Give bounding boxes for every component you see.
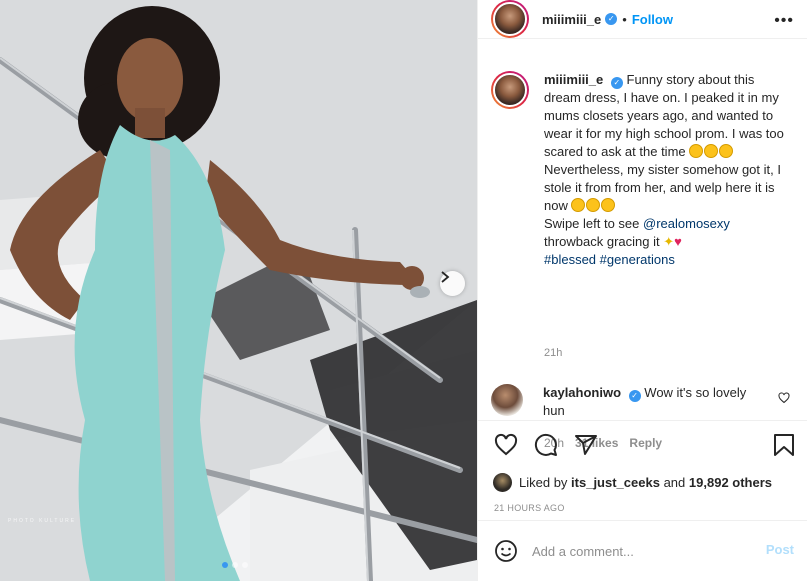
carousel-dot xyxy=(242,562,248,568)
grin-emoji-icon xyxy=(704,144,719,158)
separator-bullet: • xyxy=(622,11,627,27)
grin-emoji-icon xyxy=(601,198,616,212)
follow-button[interactable]: Follow xyxy=(632,12,673,27)
caption-text: miiimiii_e ✓ Funny story about this drea… xyxy=(544,71,789,269)
heart-icon[interactable] xyxy=(778,392,790,404)
grin-emoji-icon xyxy=(719,144,734,158)
post-panel: miiimiii_e ✓ • Follow ••• miiimiii_e ✓ F… xyxy=(477,0,807,581)
caption-username[interactable]: miiimiii_e xyxy=(544,72,603,87)
bookmark-icon[interactable] xyxy=(773,433,795,457)
photo-watermark: PHOTO KULTURE xyxy=(8,518,77,524)
photo-illustration xyxy=(0,0,477,581)
post-timestamp: 21 HOURS AGO xyxy=(478,496,807,521)
grin-emoji-icon xyxy=(689,144,704,158)
comment-item: kaylahoniwo ✓ Wow it's so lovely hun xyxy=(491,384,791,420)
hashtag-link[interactable]: #blessed xyxy=(544,252,596,267)
chevron-right-icon xyxy=(441,271,450,283)
post-photo[interactable]: PHOTO KULTURE xyxy=(0,0,477,581)
carousel-dot xyxy=(222,562,228,568)
comment-input[interactable] xyxy=(532,543,732,559)
fairy-emoji-icon: ✦ xyxy=(663,234,675,249)
more-icon[interactable]: ••• xyxy=(774,12,794,30)
likes-prefix: Liked by xyxy=(519,474,568,490)
hashtag-link[interactable]: #generations xyxy=(600,252,675,267)
grin-emoji-icon xyxy=(571,198,586,212)
comment-icon[interactable] xyxy=(534,433,558,457)
heart-icon[interactable] xyxy=(494,433,518,457)
verified-icon: ✓ xyxy=(628,390,641,402)
author-username[interactable]: miiimiii_e xyxy=(542,12,601,27)
smile-icon[interactable] xyxy=(494,539,518,563)
comments-section: miiimiii_e ✓ Funny story about this drea… xyxy=(478,39,807,450)
carousel-dot xyxy=(232,562,238,568)
post-header: miiimiii_e ✓ • Follow ••• xyxy=(478,0,807,39)
commenter-avatar[interactable] xyxy=(491,384,523,416)
likes-others[interactable]: 19,892 others xyxy=(689,475,772,490)
comment-text: kaylahoniwo ✓ Wow it's so lovely hun xyxy=(543,384,768,420)
likes-connector: and xyxy=(663,474,686,490)
add-comment-bar: Post xyxy=(478,521,807,581)
verified-icon: ✓ xyxy=(610,77,623,89)
likes-summary: Liked by its_just_ceeks and 19,892 other… xyxy=(478,468,807,496)
verified-icon: ✓ xyxy=(605,13,618,25)
commenter-username[interactable]: kaylahoniwo xyxy=(543,385,621,400)
action-bar xyxy=(478,421,807,468)
author-avatar[interactable] xyxy=(491,0,529,38)
caption: miiimiii_e ✓ Funny story about this drea… xyxy=(491,71,789,269)
carousel-indicator xyxy=(222,562,248,568)
caption-line-3: Swipe left to see xyxy=(544,216,640,231)
post-modal: PHOTO KULTURE miiimiii_e ✓ • Follow ••• xyxy=(0,0,807,581)
next-photo-button[interactable] xyxy=(440,271,465,296)
post-comment-button[interactable]: Post xyxy=(766,542,794,557)
caption-avatar[interactable] xyxy=(491,71,529,109)
liker-username[interactable]: its_just_ceeks xyxy=(571,475,660,490)
mention-link[interactable]: @realomosexy xyxy=(643,216,730,231)
caption-time: 21h xyxy=(544,347,563,359)
caption-line-4: throwback gracing it xyxy=(544,234,660,249)
liker-avatar[interactable] xyxy=(493,472,512,492)
share-icon[interactable] xyxy=(574,433,598,457)
red-heart-emoji-icon: ♥ xyxy=(674,234,682,249)
grin-emoji-icon xyxy=(586,198,601,212)
